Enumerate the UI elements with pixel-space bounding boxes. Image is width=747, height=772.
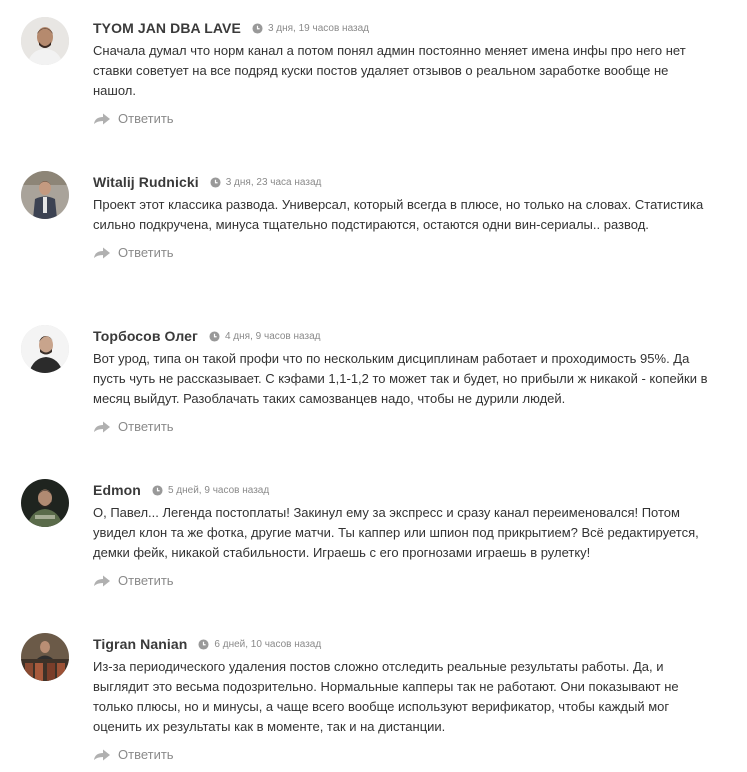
reply-button[interactable]: Ответить [93,744,713,764]
comment-author[interactable]: TYOM JAN DBA LAVE [93,20,241,36]
comment-author[interactable]: Tigran Nanian [93,636,187,652]
comment-time-text: 5 дней, 9 часов назад [167,484,270,496]
reply-label: Ответить [118,110,174,126]
comment-text: Проект этот классика развода. Универсал,… [93,197,704,232]
comment-body: Witalij Rudnicki 3 дня, 23 часа назад Пр… [93,171,713,262]
comment-text: Из-за периодического удаления постов сло… [93,659,679,734]
reply-button[interactable]: Ответить [93,416,713,436]
comment-time: 6 дней, 10 часов назад [198,639,321,650]
clock-icon [210,176,221,188]
comment-meta: Tigran Nanian 6 дней, 10 часов назад [93,633,713,655]
comment-meta: TYOM JAN DBA LAVE 3 дня, 19 часов назад [93,17,713,39]
avatar[interactable] [21,633,69,681]
comment-time-text: 3 дня, 19 часов назад [267,22,369,34]
comment-meta: Edmon 5 дней, 9 часов назад [93,479,713,501]
reply-button[interactable]: Ответить [93,570,713,590]
comment-time-text: 4 дня, 9 часов назад [224,330,321,342]
comment-time-text: 6 дней, 10 часов назад [214,638,322,650]
comment-author[interactable]: Торбосов Олег [93,328,198,344]
reply-arrow-icon [94,113,110,124]
clock-icon [198,638,209,650]
reply-label: Ответить [118,244,174,260]
reply-label: Ответить [118,746,174,762]
comment-text: Сначала думал что норм канал а потом пон… [93,43,686,98]
comment-time: 3 дня, 23 часа назад [210,176,322,188]
avatar[interactable] [21,17,69,65]
avatar[interactable] [21,325,69,373]
reply-arrow-icon [94,421,110,432]
comment-text: О, Павел... Легенда постоплаты! Закинул … [93,505,699,560]
comment-author[interactable]: Edmon [93,482,141,498]
comment-text: Вот урод, типа он такой профи что по нес… [93,351,708,406]
avatar[interactable] [21,171,69,219]
comment-author[interactable]: Witalij Rudnicki [93,174,199,190]
comment-time: 5 дней, 9 часов назад [152,485,269,496]
reply-button[interactable]: Ответить [93,242,713,262]
comment-time-text: 3 дня, 23 часа назад [225,176,322,188]
reply-arrow-icon [94,575,110,586]
comment-body: Edmon 5 дней, 9 часов назад О, Павел... … [93,479,713,590]
clock-icon [152,484,163,496]
clock-icon [252,22,263,34]
comment-body: TYOM JAN DBA LAVE 3 дня, 19 часов назад … [93,17,713,128]
comment-time: 4 дня, 9 часов назад [209,330,321,342]
clock-icon [209,330,220,342]
comment-meta: Торбосов Олег 4 дня, 9 часов назад [93,325,713,347]
comment-time: 3 дня, 19 часов назад [252,23,369,34]
reply-label: Ответить [118,572,174,588]
reply-label: Ответить [118,418,174,434]
reply-arrow-icon [94,749,110,760]
reply-arrow-icon [94,247,110,258]
comment-body: Tigran Nanian 6 дней, 10 часов назад Из-… [93,633,713,764]
reply-button[interactable]: Ответить [93,108,713,128]
comment-meta: Witalij Rudnicki 3 дня, 23 часа назад [93,171,713,193]
avatar[interactable] [21,479,69,527]
comment-body: Торбосов Олег 4 дня, 9 часов назад Вот у… [93,325,713,436]
